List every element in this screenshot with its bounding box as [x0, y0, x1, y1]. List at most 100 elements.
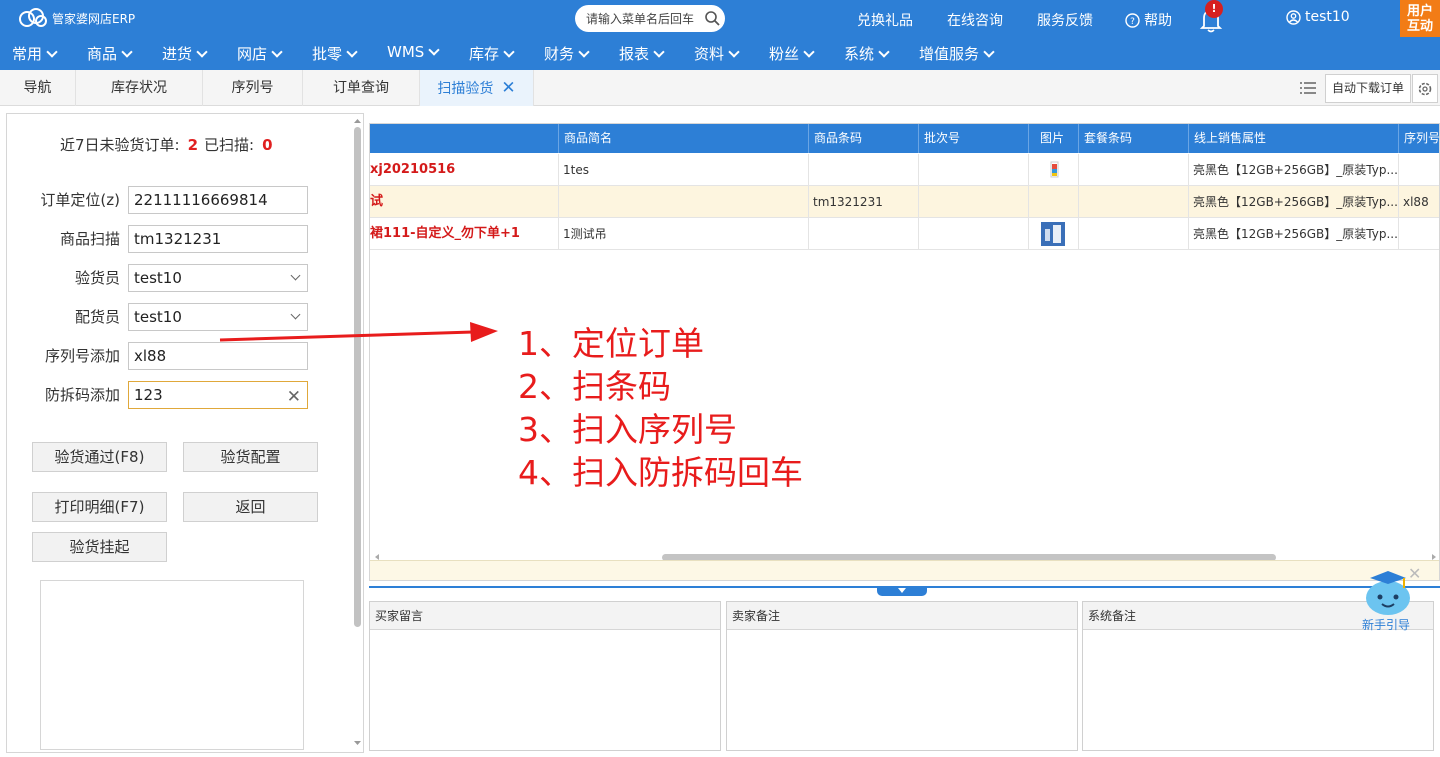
inspect-config-button[interactable]: 验货配置	[183, 442, 318, 472]
cell-short-name: 1测试吊	[559, 218, 809, 250]
col-header-short-name[interactable]: 商品简名	[559, 124, 809, 153]
chevron-down-icon	[196, 45, 208, 58]
menu-common[interactable]: 常用	[12, 43, 58, 64]
grid-header: 商品简名 商品条码 批次号 图片 套餐条码 线上销售属性 序列号	[370, 124, 1439, 153]
settings-button[interactable]	[1412, 74, 1438, 103]
left-panel-scrollbar[interactable]	[353, 117, 362, 747]
inspector-value: test10	[134, 269, 182, 287]
tab-scan-inspect[interactable]: 扫描验货 ✕	[420, 70, 534, 106]
product-thumbnail-icon[interactable]	[1040, 221, 1066, 247]
cell-short-name: 1tes	[559, 154, 809, 186]
picker-label: 配货员	[74, 308, 120, 326]
collapse-toggle-button[interactable]	[877, 586, 927, 596]
tamper-code-value: 123	[134, 386, 163, 404]
table-row[interactable]: 裙111-自定义_勿下单+1 1测试吊 亮黑色【12GB+256GB】_原装Ty…	[370, 218, 1439, 250]
menu-label: 粉丝	[769, 45, 800, 63]
link-help[interactable]: ? 帮助	[1125, 10, 1172, 30]
menu-label: 增值服务	[919, 45, 980, 63]
menu-label: 商品	[87, 45, 118, 63]
menu-label: 系统	[844, 45, 875, 63]
scroll-down-icon[interactable]	[353, 739, 362, 747]
user-interact-button[interactable]: 用户 互动	[1400, 0, 1440, 37]
link-gift[interactable]: 兑换礼品	[857, 10, 913, 30]
menu-search-input[interactable]: 请输入菜单名后回车	[575, 5, 725, 32]
tab-serial-number[interactable]: 序列号	[203, 70, 303, 106]
menu-inventory[interactable]: 库存	[469, 43, 515, 64]
link-feedback[interactable]: 服务反馈	[1037, 10, 1093, 30]
goods-scan-input[interactable]: tm1321231	[128, 225, 308, 253]
menu-reports[interactable]: 报表	[619, 43, 665, 64]
app-logo[interactable]: 管家婆网店ERP	[18, 7, 135, 29]
annotation-step-4: 4、扫入防拆码回车	[518, 453, 803, 492]
table-row[interactable]: xj20210516 1tes 亮黑色【12GB+256GB】_原装Typ...	[370, 154, 1439, 186]
menu-finance[interactable]: 财务	[544, 43, 590, 64]
back-button[interactable]: 返回	[183, 492, 318, 522]
scroll-up-icon[interactable]	[353, 117, 362, 125]
buyer-message-box[interactable]: 买家留言	[369, 601, 721, 751]
scrollbar-thumb[interactable]	[354, 127, 361, 627]
menu-value-added[interactable]: 增值服务	[919, 43, 995, 64]
menu-label: 库存	[469, 45, 500, 63]
print-detail-button[interactable]: 打印明细(F7)	[32, 492, 167, 522]
tab-order-query[interactable]: 订单查询	[303, 70, 420, 106]
table-row[interactable]: 试 tm1321231 亮黑色【12GB+256GB】_原装Typ... xl8…	[370, 186, 1439, 218]
col-header-sale-attr[interactable]: 线上销售属性	[1189, 124, 1399, 153]
tamper-code-input[interactable]: 123 ✕	[128, 381, 308, 409]
chevron-down-icon	[503, 45, 515, 58]
chevron-down-icon	[46, 45, 58, 58]
order-locate-input[interactable]: 22111116669814	[128, 186, 308, 214]
col-header-batch[interactable]: 批次号	[919, 124, 1029, 153]
scanned-label: 已扫描:	[204, 136, 255, 154]
menu-data[interactable]: 资料	[694, 43, 740, 64]
cell-image	[1029, 154, 1079, 186]
interact-line1: 用户	[1406, 4, 1433, 19]
cell-sale-attr: 亮黑色【12GB+256GB】_原装Typ...	[1189, 218, 1399, 250]
mascot-icon	[1366, 571, 1410, 615]
inspect-hold-button[interactable]: 验货挂起	[32, 532, 167, 562]
menu-label: 财务	[544, 45, 575, 63]
menu-fans[interactable]: 粉丝	[769, 43, 815, 64]
cell-sale-attr: 亮黑色【12GB+256GB】_原装Typ...	[1189, 154, 1399, 186]
interact-line2: 互动	[1406, 19, 1433, 34]
inspect-pass-button[interactable]: 验货通过(F8)	[32, 442, 167, 472]
menu-purchase[interactable]: 进货	[162, 43, 208, 64]
menu-system[interactable]: 系统	[844, 43, 890, 64]
cell-barcode: tm1321231	[809, 186, 919, 218]
clear-icon[interactable]: ✕	[287, 384, 301, 410]
seller-note-box[interactable]: 卖家备注	[726, 601, 1078, 751]
user-menu[interactable]: test10	[1286, 9, 1350, 25]
menu-label: 报表	[619, 45, 650, 63]
link-consult[interactable]: 在线咨询	[947, 10, 1003, 30]
inspector-select[interactable]: test10	[128, 264, 308, 292]
buyer-message-title: 买家留言	[370, 602, 720, 630]
menu-goods[interactable]: 商品	[87, 43, 133, 64]
close-icon[interactable]: ✕	[501, 70, 515, 106]
beginner-guide-widget[interactable]: ✕ 新手引导	[1358, 564, 1421, 632]
order-locate-label: 订单定位(z)	[40, 191, 120, 209]
col-header-combo-barcode[interactable]: 套餐条码	[1079, 124, 1189, 153]
chevron-down-icon	[653, 45, 665, 58]
product-thumbnail-icon[interactable]	[1042, 159, 1066, 181]
col-header-barcode[interactable]: 商品条码	[809, 124, 919, 153]
cell-name: 试	[370, 186, 559, 218]
auto-download-orders-button[interactable]: 自动下载订单	[1325, 74, 1411, 103]
help-label: 帮助	[1144, 13, 1172, 29]
notification-badge[interactable]: !	[1205, 0, 1223, 18]
search-icon[interactable]	[703, 9, 721, 27]
picker-value: test10	[134, 308, 182, 326]
tab-inventory-status[interactable]: 库存状况	[76, 70, 203, 106]
annotation-step-1: 1、定位订单	[518, 324, 704, 363]
menu-wholesale[interactable]: 批零	[312, 43, 358, 64]
tamper-code-label: 防拆码添加	[44, 386, 120, 404]
menu-wms[interactable]: WMS	[387, 43, 440, 61]
menu-online-store[interactable]: 网店	[237, 43, 283, 64]
cell-combo-barcode	[1079, 186, 1189, 218]
col-header-name[interactable]	[370, 124, 559, 153]
col-header-image[interactable]: 图片	[1029, 124, 1079, 153]
col-header-serial[interactable]: 序列号	[1399, 124, 1439, 153]
close-guide-icon[interactable]: ✕	[1408, 564, 1421, 583]
list-icon[interactable]	[1300, 82, 1316, 94]
chevron-down-icon	[271, 45, 283, 58]
tab-navigation[interactable]: 导航	[0, 70, 76, 106]
cell-batch	[919, 186, 1029, 218]
